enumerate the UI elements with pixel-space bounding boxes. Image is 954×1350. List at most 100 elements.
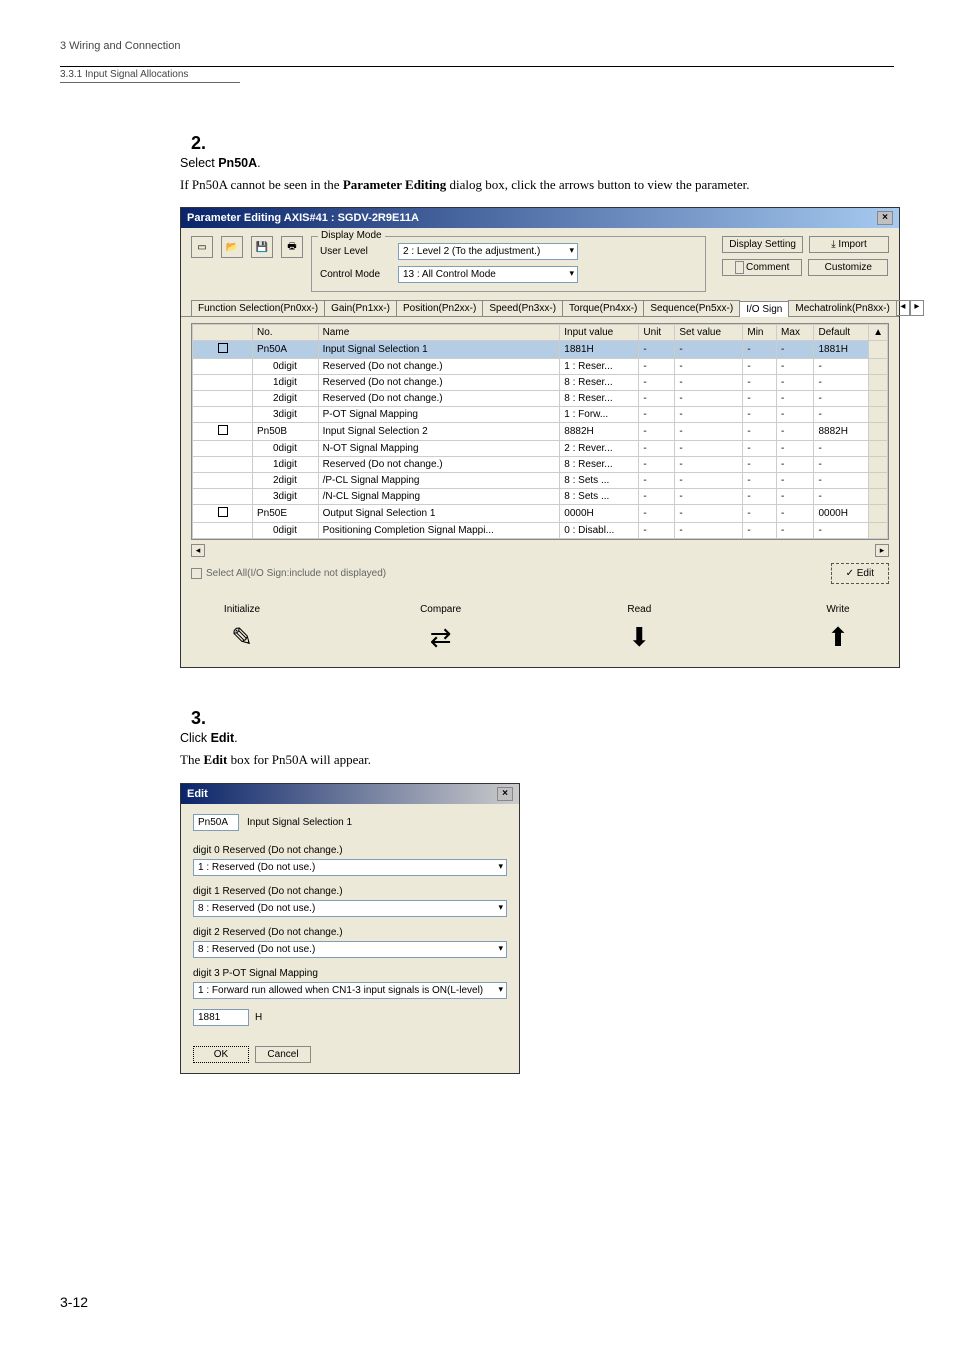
t: Pn50A: [218, 156, 257, 170]
write-button[interactable]: ⬆: [817, 621, 859, 653]
tab-scroll-left-icon[interactable]: ◂: [896, 300, 910, 316]
cell: /P-CL Signal Mapping: [318, 473, 560, 489]
tab-torquepn4xx[interactable]: Torque(Pn4xx-): [562, 300, 644, 316]
cell: Pn50B: [253, 423, 319, 441]
cell: -: [777, 523, 814, 539]
initialize-button[interactable]: ✎: [221, 621, 263, 653]
hex-value-field: 1881: [193, 1009, 249, 1026]
select-all-checkbox[interactable]: Select All(I/O Sign:include not displaye…: [191, 568, 386, 579]
t: dialog box, click the arrows button to v…: [446, 177, 749, 192]
table-row[interactable]: Pn50AInput Signal Selection 11881H----18…: [193, 341, 888, 359]
scroll-up-icon[interactable]: ▲: [869, 325, 888, 341]
control-mode-dropdown[interactable]: 13 : All Control Mode: [398, 266, 578, 283]
tab-scroll-right-icon[interactable]: ▸: [910, 300, 924, 316]
open-icon[interactable]: 📂: [221, 236, 243, 258]
cell: -: [777, 359, 814, 375]
digit-dropdown[interactable]: 8 : Reserved (Do not use.): [193, 941, 507, 958]
table-row[interactable]: 2digitReserved (Do not change.)8 : Reser…: [193, 391, 888, 407]
column-header[interactable]: Set value: [675, 325, 743, 341]
tab-gainpn1xx[interactable]: Gain(Pn1xx-): [324, 300, 397, 316]
page-number: 3-12: [60, 1294, 88, 1310]
cell: -: [675, 457, 743, 473]
cell: -: [639, 489, 675, 505]
column-header[interactable]: Default: [814, 325, 869, 341]
cell: -: [639, 523, 675, 539]
step-desc: The Edit box for Pn50A will appear.: [180, 751, 860, 769]
comment-button[interactable]: Comment: [722, 259, 802, 276]
column-header[interactable]: Input value: [560, 325, 639, 341]
table-row[interactable]: 3digit/N-CL Signal Mapping8 : Sets ...--…: [193, 489, 888, 505]
cell: 8882H: [814, 423, 869, 441]
cell: -: [814, 523, 869, 539]
user-level-dropdown[interactable]: 2 : Level 2 (To the adjustment.): [398, 243, 578, 260]
table-row[interactable]: 0digitReserved (Do not change.)1 : Reser…: [193, 359, 888, 375]
read-button[interactable]: ⬇: [618, 621, 660, 653]
cell: -: [675, 375, 743, 391]
cancel-button[interactable]: Cancel: [255, 1046, 311, 1063]
cell: 3digit: [253, 489, 319, 505]
customize-button[interactable]: Customize: [808, 259, 888, 276]
titlebar: Parameter Editing AXIS#41 : SGDV-2R9E11A…: [181, 208, 899, 228]
cell: -: [814, 407, 869, 423]
table-row[interactable]: 3digitP-OT Signal Mapping1 : Forw...----…: [193, 407, 888, 423]
tab-positionpn2xx[interactable]: Position(Pn2xx-): [396, 300, 483, 316]
cell: Reserved (Do not change.): [318, 457, 560, 473]
cell: -: [777, 473, 814, 489]
column-header[interactable]: No.: [253, 325, 319, 341]
tab-iosign[interactable]: I/O Sign: [739, 301, 789, 317]
cell: -: [639, 341, 675, 359]
compare-button[interactable]: ⇄: [420, 621, 462, 653]
step-desc: If Pn50A cannot be seen in the Parameter…: [180, 176, 860, 194]
import-button[interactable]: ⤓ Import: [809, 236, 889, 253]
tab-speedpn3xx[interactable]: Speed(Pn3xx-): [482, 300, 563, 316]
tab-mechatrolinkpn8xx[interactable]: Mechatrolink(Pn8xx-): [788, 300, 896, 316]
tab-functionselectionpn0xx[interactable]: Function Selection(Pn0xx-): [191, 300, 325, 316]
row-checkbox[interactable]: [218, 507, 228, 517]
edit-button[interactable]: ✓ Edit: [831, 563, 889, 584]
step-number: 2.: [180, 133, 206, 154]
digit-dropdown[interactable]: 1 : Reserved (Do not use.): [193, 859, 507, 876]
digit-dropdown[interactable]: 1 : Forward run allowed when CN1-3 input…: [193, 982, 507, 999]
cell: -: [639, 441, 675, 457]
new-icon[interactable]: ▭: [191, 236, 213, 258]
cell: 1 : Forw...: [560, 407, 639, 423]
chapter-heading: 3 Wiring and Connection: [60, 40, 894, 52]
user-level-label: User Level: [320, 246, 390, 257]
close-icon[interactable]: ×: [497, 787, 513, 801]
table-row[interactable]: 0digitN-OT Signal Mapping2 : Rever...---…: [193, 441, 888, 457]
row-checkbox[interactable]: [218, 425, 228, 435]
ok-button[interactable]: OK: [193, 1046, 249, 1063]
display-setting-button[interactable]: Display Setting: [722, 236, 803, 253]
close-icon[interactable]: ×: [877, 211, 893, 225]
step-number: 3.: [180, 708, 206, 729]
print-icon[interactable]: 🖶: [281, 236, 303, 258]
column-header[interactable]: Min: [743, 325, 777, 341]
column-header[interactable]: Name: [318, 325, 560, 341]
cell: -: [777, 489, 814, 505]
scroll-right-icon[interactable]: ▸: [875, 544, 889, 557]
scroll-left-icon[interactable]: ◂: [191, 544, 205, 557]
display-mode-group: Display Mode User Level 2 : Level 2 (To …: [311, 236, 706, 292]
table-row[interactable]: Pn50EOutput Signal Selection 10000H----0…: [193, 505, 888, 523]
table-row[interactable]: 0digitPositioning Completion Signal Mapp…: [193, 523, 888, 539]
column-header[interactable]: Max: [777, 325, 814, 341]
tab-sequencepn5xx[interactable]: Sequence(Pn5xx-): [643, 300, 740, 316]
cell: -: [675, 407, 743, 423]
cell: -: [675, 341, 743, 359]
cell: -: [743, 441, 777, 457]
table-row[interactable]: 1digitReserved (Do not change.)8 : Reser…: [193, 375, 888, 391]
cell: N-OT Signal Mapping: [318, 441, 560, 457]
table-row[interactable]: 1digitReserved (Do not change.)8 : Reser…: [193, 457, 888, 473]
save-icon[interactable]: 💾: [251, 236, 273, 258]
t: Comment: [746, 262, 789, 273]
cell: Reserved (Do not change.): [318, 375, 560, 391]
cell: -: [777, 341, 814, 359]
cell: -: [777, 407, 814, 423]
digit-dropdown[interactable]: 8 : Reserved (Do not use.): [193, 900, 507, 917]
table-row[interactable]: 2digit/P-CL Signal Mapping8 : Sets ...--…: [193, 473, 888, 489]
cell: -: [777, 441, 814, 457]
column-header[interactable]: Unit: [639, 325, 675, 341]
cell: -: [675, 391, 743, 407]
table-row[interactable]: Pn50BInput Signal Selection 28882H----88…: [193, 423, 888, 441]
row-checkbox[interactable]: [218, 343, 228, 353]
